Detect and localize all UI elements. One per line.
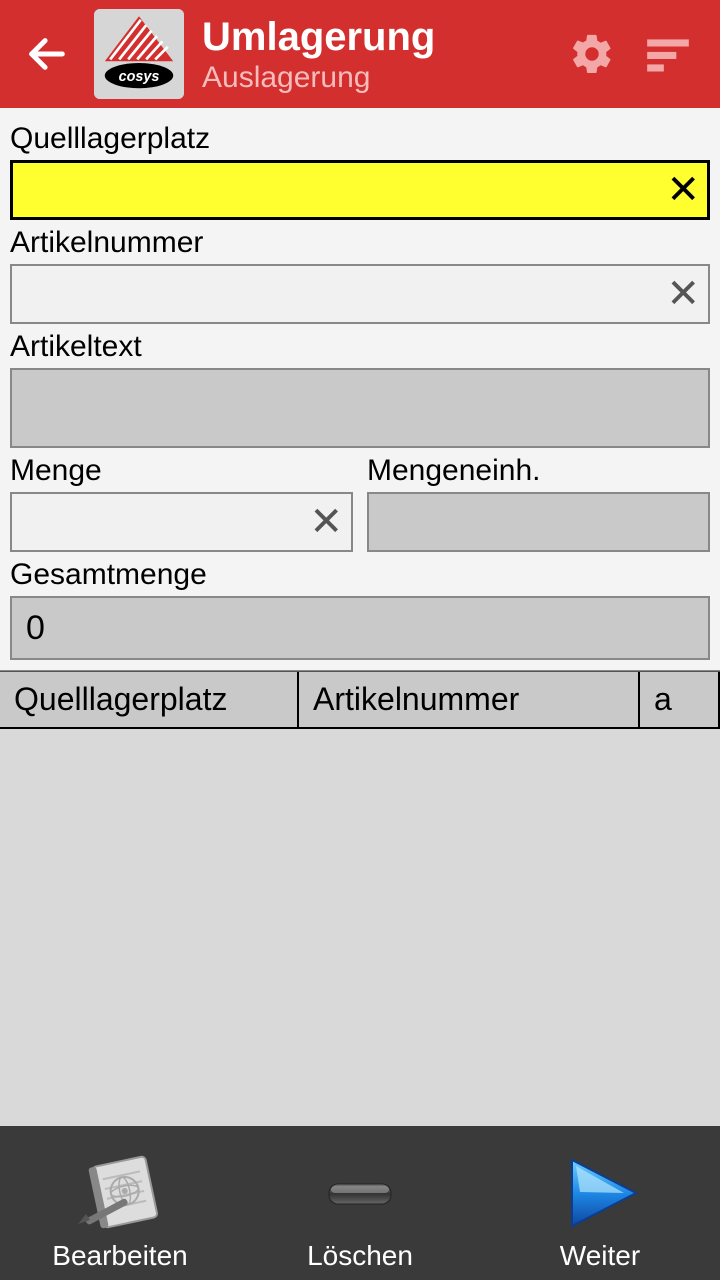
clear-menge-icon[interactable]: ✕ [309, 502, 343, 542]
menge-field: ✕ [10, 492, 353, 552]
play-icon [550, 1152, 650, 1234]
page-subtitle: Auslagerung [202, 61, 564, 94]
header-titles: Umlagerung Auslagerung [196, 15, 564, 94]
clear-quelllagerplatz-icon[interactable]: ✕ [666, 170, 700, 210]
back-button[interactable] [12, 19, 82, 89]
next-label: Weiter [560, 1240, 640, 1272]
artikeltext-input [10, 368, 710, 448]
clear-artikelnummer-icon[interactable]: ✕ [666, 274, 700, 314]
quelllagerplatz-field: ✕ [10, 160, 710, 220]
page-title: Umlagerung [202, 15, 564, 59]
minus-icon [315, 1152, 405, 1234]
edit-label: Bearbeiten [52, 1240, 187, 1272]
menge-input[interactable] [10, 492, 353, 552]
next-button[interactable]: Weiter [480, 1126, 720, 1280]
edit-button[interactable]: Bearbeiten [0, 1126, 240, 1280]
mengeneinh-label: Mengeneinh. [367, 454, 710, 488]
table-header: Quelllagerplatz Artikelnummer a [0, 671, 720, 729]
table-body[interactable] [0, 729, 720, 1126]
app-header: cosys Umlagerung Auslagerung [0, 0, 720, 108]
gesamtmenge-label: Gesamtmenge [10, 558, 710, 592]
mengeneinh-field [367, 492, 710, 552]
artikelnummer-input[interactable] [10, 264, 710, 324]
menge-label: Menge [10, 454, 353, 488]
artikeltext-field [10, 368, 710, 448]
app-logo: cosys [94, 9, 184, 99]
artikeltext-label: Artikeltext [10, 330, 710, 364]
svg-text:cosys: cosys [119, 69, 160, 85]
bottom-bar: Bearbeiten Löschen [0, 1126, 720, 1280]
gear-icon [569, 31, 615, 77]
notebook-icon [70, 1152, 170, 1234]
header-actions [564, 26, 708, 82]
artikelnummer-field: ✕ [10, 264, 710, 324]
arrow-left-icon [24, 31, 70, 77]
settings-button[interactable] [564, 26, 620, 82]
delete-label: Löschen [307, 1240, 413, 1272]
quelllagerplatz-input[interactable] [10, 160, 710, 220]
form-area: Quelllagerplatz ✕ Artikelnummer ✕ Artike… [0, 108, 720, 671]
sort-icon [643, 29, 693, 79]
gesamtmenge-value: 0 [10, 596, 710, 660]
col-quelllagerplatz[interactable]: Quelllagerplatz [0, 672, 299, 727]
quelllagerplatz-label: Quelllagerplatz [10, 122, 710, 156]
col-overflow[interactable]: a [640, 672, 720, 727]
sort-button[interactable] [640, 26, 696, 82]
col-artikelnummer[interactable]: Artikelnummer [299, 672, 640, 727]
delete-button[interactable]: Löschen [240, 1126, 480, 1280]
mengeneinh-input [367, 492, 710, 552]
artikelnummer-label: Artikelnummer [10, 226, 710, 260]
